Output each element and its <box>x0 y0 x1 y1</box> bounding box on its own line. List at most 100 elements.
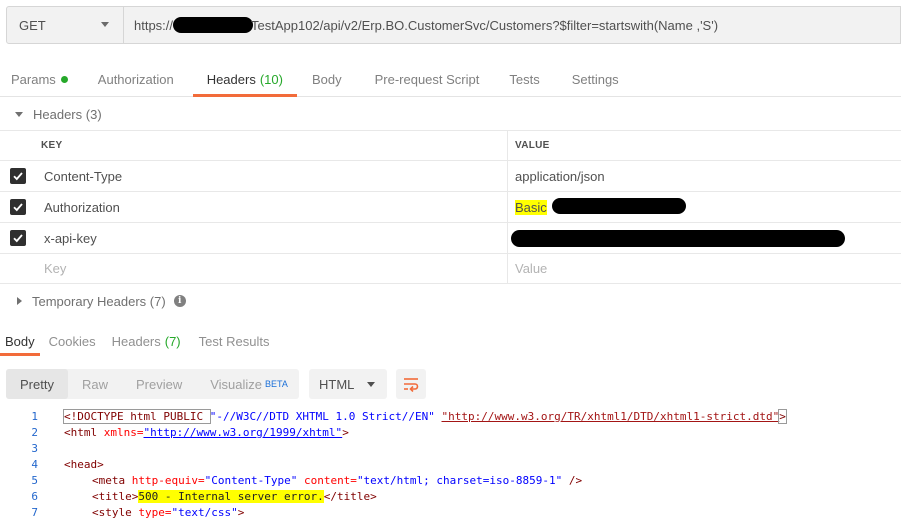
tab-tests[interactable]: Tests <box>498 62 550 96</box>
format-select[interactable]: HTML <box>309 369 387 399</box>
table-header-row: KEY VALUE <box>0 130 901 160</box>
code-token: "-//W3C//DTD XHTML 1.0 Strict//EN" <box>209 409 435 423</box>
response-code-viewer[interactable]: 1 <!DOCTYPE html PUBLIC "-//W3C//DTD XHT… <box>0 408 901 520</box>
code-token: <meta <box>92 473 132 487</box>
new-value-input[interactable]: Value <box>508 254 901 283</box>
table-row: Authorization Basic <box>0 191 901 222</box>
params-dot-icon <box>60 75 68 83</box>
header-value-cell[interactable]: Basic <box>508 192 901 222</box>
line-number: 5 <box>31 473 38 487</box>
checkbox-checked[interactable] <box>10 199 26 215</box>
temporary-headers-title: Temporary Headers <box>32 293 147 309</box>
checkbox-checked[interactable] <box>10 230 26 246</box>
checkbox-checked[interactable] <box>10 168 26 184</box>
header-value-cell[interactable] <box>508 223 901 253</box>
code-line: 4 <head> <box>0 456 901 472</box>
code-token: <title> <box>92 489 139 503</box>
view-label: Raw <box>81 376 108 392</box>
tab-params[interactable]: Params <box>0 62 79 96</box>
view-label: Pretty <box>20 376 54 392</box>
highlighted-value: Basic <box>515 199 547 215</box>
tab-label: Tests <box>509 71 540 87</box>
code-token: "http://www.w3.org/TR/xhtml1/DTD/xhtml1-… <box>441 409 780 423</box>
tab-settings[interactable]: Settings <box>561 62 630 96</box>
code-line: 5 <meta http-equiv="Content-Type" conten… <box>0 472 901 488</box>
chevron-down-icon <box>367 382 375 387</box>
tab-count: (10) <box>259 71 283 87</box>
code-token: /> <box>562 473 583 487</box>
column-header-value: VALUE <box>515 140 550 151</box>
view-label: Visualize <box>210 376 263 392</box>
header-key-cell[interactable]: x-api-key <box>36 223 508 253</box>
tab-label: Headers <box>111 333 161 349</box>
request-tabs: Params Authorization Headers (10) Body Pr… <box>0 62 901 97</box>
tab-cookies[interactable]: Cookies <box>44 326 101 356</box>
header-value-cell[interactable]: application/json <box>508 161 901 191</box>
code-token: <html <box>64 425 104 439</box>
triangle-right-icon <box>17 297 22 305</box>
view-pretty-button[interactable]: Pretty <box>6 369 68 399</box>
tab-body[interactable]: Body <box>301 62 353 96</box>
code-token: 500 - Internal server error. <box>138 489 324 503</box>
row-check-cell <box>0 254 36 283</box>
method-select[interactable]: GET <box>6 6 124 44</box>
code-token: <!DOCTYPE html PUBLIC <box>63 408 211 424</box>
line-number: 3 <box>31 441 38 455</box>
triangle-down-icon <box>15 111 23 117</box>
tab-response-body[interactable]: Body <box>0 326 40 356</box>
code-token: "text/html; charset=iso-8859-1" <box>356 473 563 487</box>
table-row: x-api-key <box>0 222 901 253</box>
code-token: "http://www.w3.org/1999/xhtml" <box>143 425 343 439</box>
info-icon[interactable]: i <box>173 295 186 307</box>
code-token: > <box>342 425 349 439</box>
url-prefix: https:// <box>134 17 174 33</box>
view-visualize-button[interactable]: Visualize BETA <box>196 369 302 399</box>
wrap-lines-button[interactable] <box>396 369 426 399</box>
redaction-mark <box>552 198 686 214</box>
tab-authorization[interactable]: Authorization <box>87 62 185 96</box>
redaction-mark <box>173 17 254 33</box>
view-mode-group: Pretty Raw Preview Visualize BETA <box>6 369 299 399</box>
checkmark-icon <box>13 234 23 243</box>
url-input[interactable]: https:// TestApp102/api/v2/Erp.BO.Custome… <box>123 6 901 44</box>
code-token: </title> <box>323 489 377 503</box>
wrap-lines-icon <box>404 378 419 392</box>
code-line: 2 <html xmlns="http://www.w3.org/1999/xh… <box>0 424 901 440</box>
code-line: 1 <!DOCTYPE html PUBLIC "-//W3C//DTD XHT… <box>0 408 901 424</box>
header-key-cell[interactable]: Authorization <box>36 192 508 222</box>
code-token: content= <box>297 473 357 487</box>
code-token: "text/css" <box>171 505 238 519</box>
code-text: <!DOCTYPE html PUBLIC "-//W3C//DTD XHTML… <box>40 408 787 424</box>
headers-section-count: (3) <box>85 106 102 122</box>
headers-section-title: Headers <box>33 106 83 122</box>
line-number: 1 <box>31 409 38 423</box>
temporary-headers-toggle[interactable]: Temporary Headers (7) i <box>0 286 186 316</box>
row-check-cell <box>0 161 36 191</box>
redaction-mark <box>511 230 845 247</box>
request-bar: GET https:// TestApp102/api/v2/Erp.BO.Cus… <box>0 0 901 53</box>
tab-headers[interactable]: Headers (10) <box>192 62 298 97</box>
view-preview-button[interactable]: Preview <box>122 369 196 399</box>
tab-response-headers[interactable]: Headers (7) <box>107 326 186 356</box>
new-key-input[interactable]: Key <box>36 254 508 283</box>
column-header-key: KEY <box>0 131 508 160</box>
code-token: <style <box>92 505 139 519</box>
code-token: > <box>778 408 787 424</box>
view-label: Preview <box>135 376 183 392</box>
headers-section-toggle[interactable]: Headers (3) <box>0 99 102 129</box>
table-row: Content-Type application/json <box>0 160 901 191</box>
code-token: xmlns= <box>103 425 144 439</box>
header-key-cell[interactable]: Content-Type <box>36 161 508 191</box>
table-row-new: Key Value <box>0 253 901 284</box>
line-number: 6 <box>31 489 38 503</box>
checkmark-icon <box>13 172 23 181</box>
tab-label: Authorization <box>97 71 174 87</box>
tab-label: Headers <box>206 71 256 87</box>
tab-pre-request-script[interactable]: Pre-request Script <box>364 62 491 96</box>
view-raw-button[interactable]: Raw <box>68 369 122 399</box>
tab-test-results[interactable]: Test Results <box>194 326 275 356</box>
code-token: <head> <box>64 457 104 471</box>
code-token: "Content-Type" <box>204 473 298 487</box>
tab-label: Body <box>5 333 35 349</box>
